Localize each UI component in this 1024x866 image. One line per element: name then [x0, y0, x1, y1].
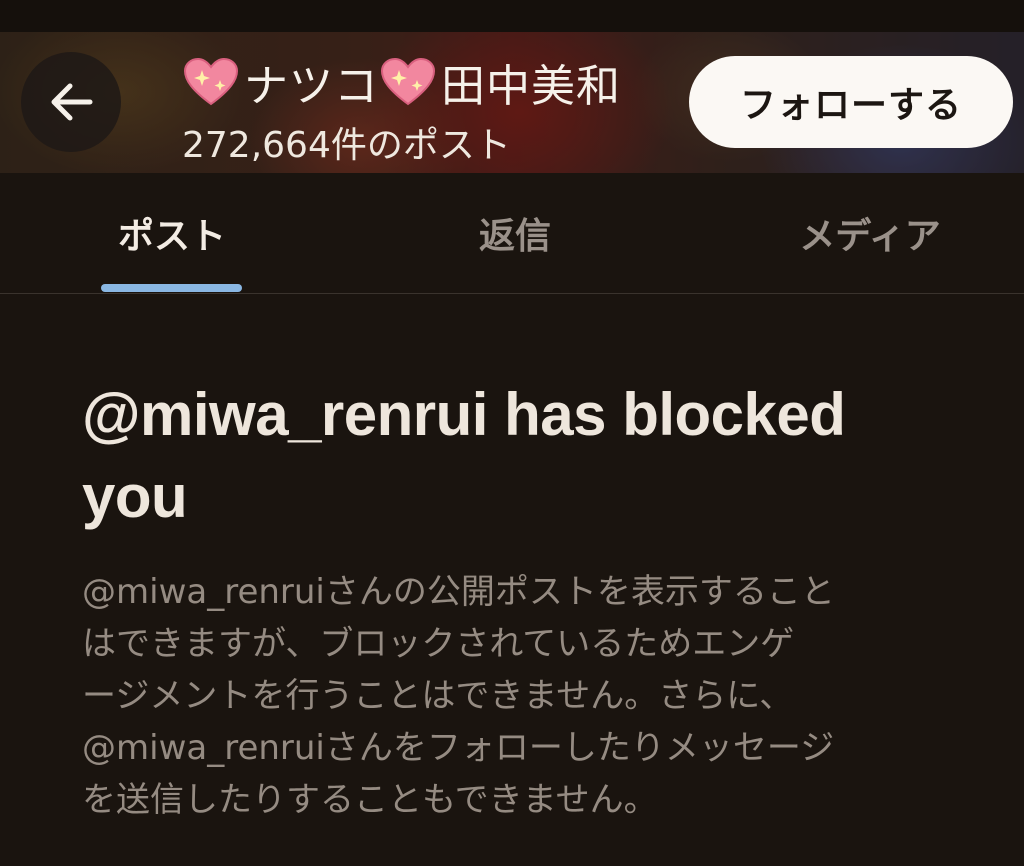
active-tab-indicator [101, 284, 242, 292]
profile-tabs: ポスト 返信 メディア [0, 173, 1024, 294]
post-count: 272,664件のポスト [182, 125, 511, 166]
tab-replies[interactable]: 返信 [420, 173, 610, 293]
blocked-description-line: @miwa_renruiさんの公開ポストを表示すること [82, 572, 835, 612]
blocked-description-line: ージメントを行うことはできません。さらに、 [82, 676, 794, 716]
profile-name: ナツコ 田中美和 [182, 50, 621, 114]
profile-header: ナツコ 田中美和 272,664件のポスト フォローする [0, 32, 1024, 173]
tab-media[interactable]: メディア [770, 173, 970, 293]
tab-posts[interactable]: ポスト [76, 173, 268, 293]
status-bar-strip [0, 0, 1024, 32]
back-button[interactable] [21, 52, 121, 152]
blocked-description-line: を送信したりすることもできません。 [82, 780, 658, 820]
profile-name-part1: ナツコ [244, 61, 379, 112]
blocked-description-line: @miwa_renruiさんをフォローしたりメッセージ [82, 728, 835, 768]
follow-button[interactable]: フォローする [689, 56, 1013, 148]
sparkling-heart-icon [380, 57, 436, 106]
arrow-left-icon [51, 83, 93, 121]
blocked-description-line: はできますが、ブロックされているためエンゲ [82, 624, 795, 664]
blocked-description: @miwa_renruiさんの公開ポストを表示すること はできますが、ブロックさ… [82, 566, 962, 826]
blocked-title: @miwa_renrui has blocked you [82, 381, 846, 530]
sparkling-heart-icon [183, 57, 239, 106]
profile-name-part2: 田中美和 [441, 61, 621, 112]
